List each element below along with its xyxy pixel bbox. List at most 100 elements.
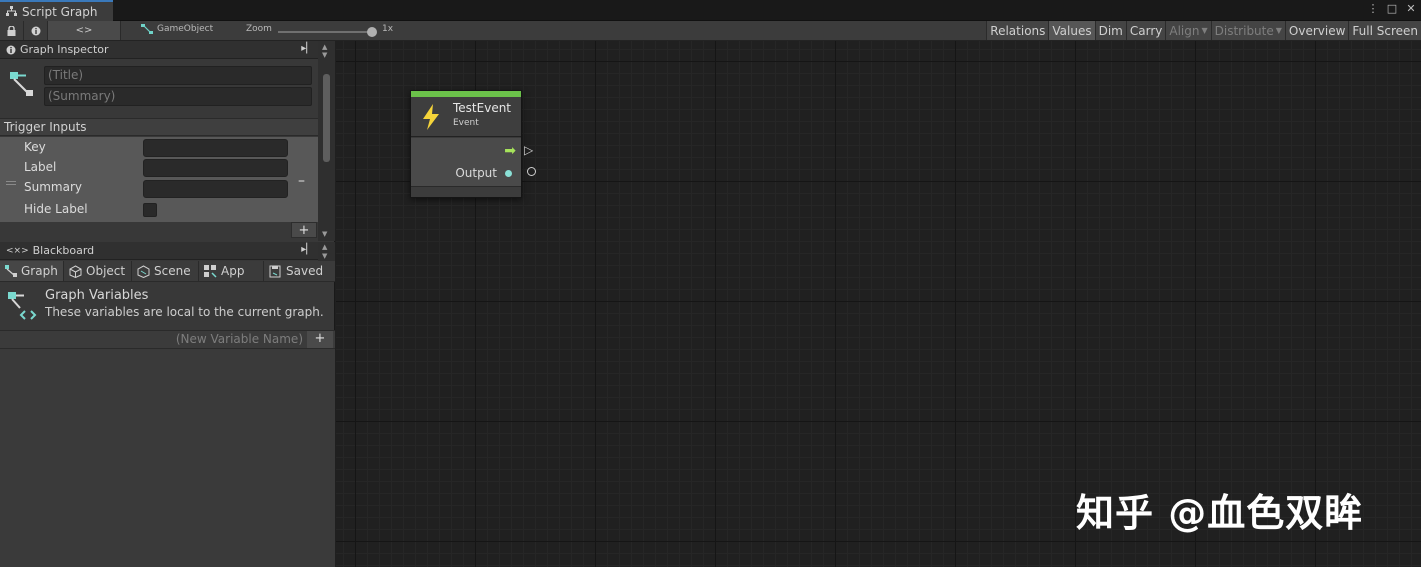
tab-object[interactable]: Object <box>64 261 132 282</box>
info-button[interactable] <box>24 21 48 40</box>
node-subtitle: Event <box>453 118 479 128</box>
node-title: TestEvent <box>453 101 512 115</box>
toolbar-dim-button[interactable]: Dim <box>1094 21 1126 40</box>
code-icon: <> <box>75 25 93 36</box>
inspector-scrollbar[interactable]: ▲ ▼ ▼ <box>318 41 335 241</box>
tab-app[interactable]: App <box>199 261 264 282</box>
summary-input[interactable] <box>143 180 288 198</box>
drag-handle-icon[interactable] <box>6 181 16 185</box>
tab-saved-label: Saved <box>286 264 324 278</box>
value-output-connector[interactable] <box>527 167 536 176</box>
label-input[interactable] <box>143 159 288 177</box>
bb-scroll-up-icon[interactable]: ▲ <box>322 243 327 251</box>
graph-type-icon <box>10 72 33 96</box>
value-output-port[interactable] <box>505 170 512 177</box>
zoom-label: Zoom <box>246 24 272 34</box>
tab-object-label: Object <box>86 264 126 278</box>
scroll-thumb[interactable] <box>323 74 330 162</box>
lock-button[interactable] <box>0 21 24 40</box>
key-label: Key <box>24 140 46 154</box>
inspector-info-icon <box>6 45 16 54</box>
app-icon <box>204 264 217 278</box>
maximize-icon[interactable]: □ <box>1386 2 1398 15</box>
graph-inspector-title: Graph Inspector <box>20 43 109 56</box>
remove-trigger-button[interactable]: – <box>298 173 305 189</box>
tab-app-label: App <box>221 264 245 278</box>
tab-scene[interactable]: Scene <box>132 261 199 282</box>
toolbar-button-label: Align <box>1169 23 1200 38</box>
new-variable-row: (New Variable Name) + <box>0 330 335 349</box>
scroll-bottom-icon[interactable]: ▼ <box>322 230 327 238</box>
scroll-up-icon[interactable]: ▲ <box>322 43 327 51</box>
control-output-port-icon[interactable]: ▷ <box>524 143 533 157</box>
tab-title: Script Graph <box>22 4 98 19</box>
lock-icon <box>7 25 16 36</box>
node-header[interactable]: TestEvent Event <box>411 97 521 137</box>
window-tab-bar: Script Graph ⋮ □ ✕ <box>0 0 1421 21</box>
toolbar-full-screen-button[interactable]: Full Screen <box>1348 21 1421 40</box>
toolbar-button-label: Distribute <box>1214 23 1274 38</box>
blackboard-title: Blackboard <box>32 244 95 257</box>
summary-label: Summary <box>24 180 82 194</box>
new-variable-name-input[interactable]: (New Variable Name) <box>176 332 303 346</box>
output-port-label: Output <box>455 166 497 180</box>
toolbar-relations-button[interactable]: Relations <box>986 21 1049 40</box>
code-view-button[interactable]: <> <box>48 21 121 40</box>
gameobject-breadcrumb[interactable]: GameObject <box>141 24 213 34</box>
gameobject-label: GameObject <box>157 24 214 34</box>
collapse-panel-icon[interactable]: ▸▏ <box>301 43 314 54</box>
collapse-blackboard-icon[interactable]: ▸▏ <box>301 244 314 255</box>
event-node[interactable]: TestEvent Event ➡ Output <box>410 90 522 198</box>
zoom-slider-handle[interactable] <box>367 27 377 37</box>
variables-list <box>0 349 335 567</box>
scroll-down-icon[interactable]: ▼ <box>322 51 327 59</box>
window-controls: ⋮ □ ✕ <box>1367 2 1417 15</box>
graph-tab-icon <box>5 265 17 277</box>
saved-icon <box>269 265 281 277</box>
tab-scene-label: Scene <box>154 264 191 278</box>
tab-graph[interactable]: Graph <box>0 261 64 282</box>
blackboard-tabs: Graph Object Scene App Saved <box>0 261 335 282</box>
toolbar-distribute-button[interactable]: Distribute ▼ <box>1210 21 1285 40</box>
hide-label-label: Hide Label <box>24 202 88 216</box>
add-trigger-button[interactable]: + <box>291 222 317 238</box>
label-label: Label <box>24 160 57 174</box>
add-variable-button[interactable]: + <box>307 331 333 348</box>
hide-label-checkbox[interactable] <box>143 203 157 217</box>
tab-saved[interactable]: Saved <box>264 261 335 282</box>
trigger-input-item: Key Label Summary Hide Label – <box>0 137 318 222</box>
blackboard-header: <×> Blackboard ▸▏ <box>0 242 318 260</box>
graph-canvas[interactable]: TestEvent Event ➡ Output ▷ 知乎 @血色双眸 <box>336 41 1421 567</box>
info-icon <box>31 26 40 35</box>
graph-title-input[interactable]: (Title) <box>44 66 312 85</box>
blackboard-scrollbar[interactable]: ▲ ▼ <box>318 242 335 261</box>
graph-icon <box>6 6 17 16</box>
graph-toolbar: <> GameObject Zoom 1x Relations Values Dim… <box>0 21 1421 41</box>
graph-variables-description: These variables are local to the current… <box>45 305 324 319</box>
toolbar-align-button[interactable]: Align ▼ <box>1165 21 1211 40</box>
tab-script-graph[interactable]: Script Graph <box>0 0 113 21</box>
toolbar-values-button[interactable]: Values <box>1048 21 1095 40</box>
graph-summary-input[interactable]: (Summary) <box>44 87 312 106</box>
more-menu-icon[interactable]: ⋮ <box>1367 2 1379 15</box>
zoom-slider-track[interactable] <box>278 31 374 33</box>
lightning-icon <box>423 104 439 130</box>
control-output-arrow-icon[interactable]: ➡ <box>504 143 516 159</box>
dropdown-caret-icon: ▼ <box>1201 26 1208 35</box>
graph-inspector-header: Graph Inspector ▸▏ <box>0 41 318 59</box>
blackboard-icon: <×> <box>6 245 29 256</box>
node-body: ➡ Output <box>411 138 521 186</box>
toolbar-carry-button[interactable]: Carry <box>1125 21 1166 40</box>
trigger-inputs-section: Trigger Inputs <box>0 118 318 136</box>
bb-scroll-down-icon[interactable]: ▼ <box>322 252 327 260</box>
key-input[interactable] <box>143 139 288 157</box>
watermark: 知乎 @血色双眸 <box>1076 491 1364 535</box>
toolbar-overview-button[interactable]: Overview <box>1284 21 1349 40</box>
toolbar-button-label: Overview <box>1288 23 1346 38</box>
toolbar-button-label: Full Screen <box>1352 23 1418 38</box>
toolbar-button-label: Relations <box>990 23 1046 38</box>
graph-variables-title: Graph Variables <box>45 288 149 303</box>
dropdown-caret-icon: ▼ <box>1275 26 1282 35</box>
close-icon[interactable]: ✕ <box>1405 2 1417 15</box>
toolbar-button-label: Dim <box>1098 23 1123 38</box>
